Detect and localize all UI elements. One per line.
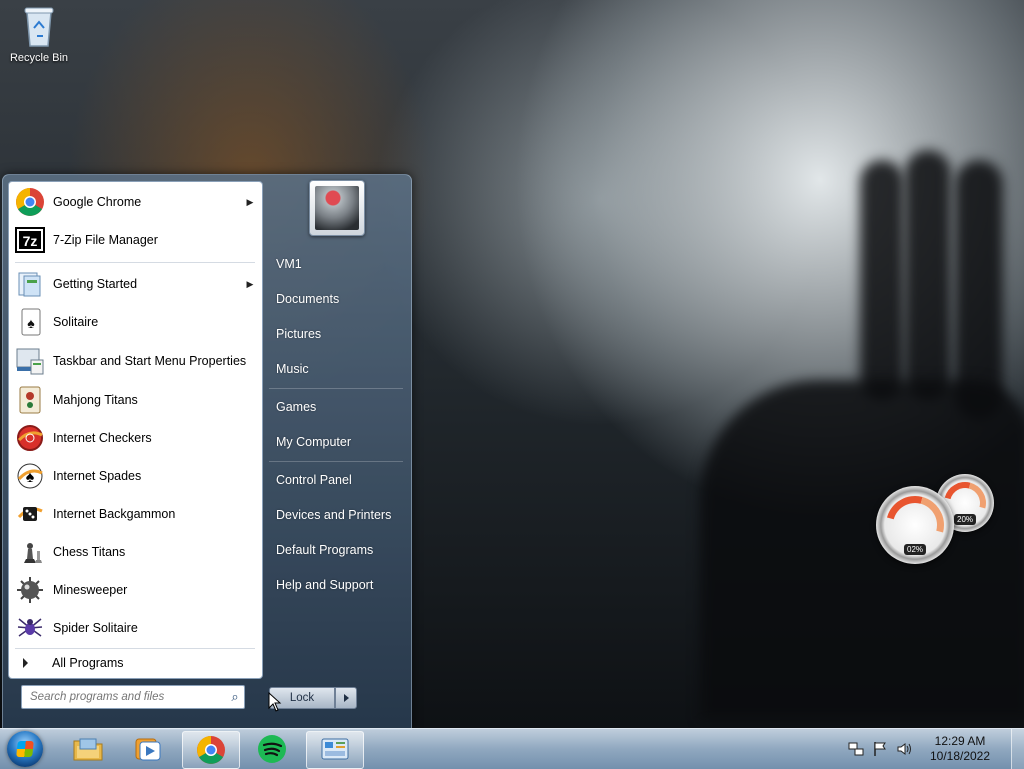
program-label: Chess Titans <box>53 544 126 559</box>
start-link-my-computer[interactable]: My Computer <box>276 435 351 449</box>
user-avatar[interactable] <box>309 180 365 236</box>
program-label: Spider Solitaire <box>53 620 138 635</box>
taskbar: 12:29 AM 10/18/2022 <box>0 728 1024 769</box>
power-options-button[interactable] <box>335 687 357 709</box>
program-item-minesweeper[interactable]: Minesweeper <box>9 572 261 608</box>
mouse-cursor-icon <box>268 692 282 712</box>
program-label: Google Chrome <box>53 194 142 209</box>
action-center-flag-icon[interactable] <box>871 741 889 757</box>
start-link-documents[interactable]: Documents <box>276 292 339 306</box>
svg-text:♠: ♠ <box>26 469 35 486</box>
search-input[interactable] <box>22 690 226 704</box>
taskbar-button-spotify[interactable] <box>244 731 300 767</box>
network-icon[interactable] <box>847 741 865 757</box>
program-item-internet-spades[interactable]: ♠ Internet Spades <box>9 458 261 494</box>
backgammon-icon <box>14 498 46 530</box>
separator <box>269 388 403 389</box>
program-item-google-chrome[interactable]: Google Chrome ▶ <box>9 184 261 220</box>
program-item-spider-solitaire[interactable]: Spider Solitaire <box>9 610 261 646</box>
program-label: Solitaire <box>53 314 99 329</box>
chess-icon <box>14 536 46 568</box>
program-item-internet-checkers[interactable]: Internet Checkers <box>9 420 261 456</box>
minesweeper-icon <box>14 574 46 606</box>
program-label: Minesweeper <box>53 582 128 597</box>
program-item-getting-started[interactable]: Getting Started ▶ <box>9 266 261 302</box>
program-item-internet-backgammon[interactable]: Internet Backgammon <box>9 496 261 532</box>
volume-icon[interactable] <box>895 741 913 757</box>
show-desktop-button[interactable] <box>1011 729 1024 769</box>
desktop-icon-label: Recycle Bin <box>9 52 69 64</box>
taskbar-button-explorer[interactable] <box>60 731 116 767</box>
clock-time: 12:29 AM <box>934 734 986 748</box>
spades-icon: ♠ <box>14 460 46 492</box>
solitaire-icon: ♠ <box>14 306 46 338</box>
program-label: Getting Started <box>53 276 138 291</box>
lock-label: Lock <box>289 692 315 704</box>
start-link-pictures[interactable]: Pictures <box>276 327 321 341</box>
taskbar-properties-icon <box>14 345 46 377</box>
chrome-icon <box>14 186 46 218</box>
recycle-bin-icon <box>23 4 55 48</box>
program-label: Internet Spades <box>53 468 142 483</box>
svg-text:♠: ♠ <box>27 315 35 331</box>
mahjong-icon <box>14 384 46 416</box>
user-picture <box>315 186 359 230</box>
submenu-arrow-icon: ▶ <box>246 196 254 207</box>
chrome-icon <box>197 736 225 764</box>
getting-started-icon <box>14 268 46 300</box>
cpu-gauge: 02% <box>875 485 955 565</box>
start-button[interactable] <box>7 731 43 767</box>
7zip-icon: 7z <box>14 224 46 256</box>
media-player-icon <box>135 738 161 761</box>
start-link-vm1[interactable]: VM1 <box>276 257 302 271</box>
spider-icon <box>14 612 46 644</box>
all-programs-label: All Programs <box>52 656 124 670</box>
taskbar-clock[interactable]: 12:29 AM 10/18/2022 <box>919 734 1001 764</box>
start-link-default-programs[interactable]: Default Programs <box>276 543 373 557</box>
start-link-devices-and-printers[interactable]: Devices and Printers <box>276 508 391 522</box>
cpu-meter-gadget[interactable]: 20% 02% <box>874 470 1000 570</box>
search-icon[interactable]: ⌕ <box>226 689 244 705</box>
taskbar-button-chrome[interactable] <box>182 731 240 769</box>
program-item-solitaire[interactable]: ♠ Solitaire <box>9 304 261 340</box>
start-menu-programs-pane: Google Chrome ▶ 7z 7-Zip File Manager Ge… <box>8 181 263 679</box>
program-label: Mahjong Titans <box>53 392 138 407</box>
program-label: 7-Zip File Manager <box>53 232 158 247</box>
system-tray: 12:29 AM 10/18/2022 <box>847 729 1024 769</box>
program-item-mahjong-titans[interactable]: Mahjong Titans <box>9 382 261 418</box>
separator <box>15 262 255 263</box>
program-item-chess-titans[interactable]: Chess Titans <box>9 534 261 570</box>
folder-icon <box>73 738 103 761</box>
separator <box>15 648 255 649</box>
start-link-help-and-support[interactable]: Help and Support <box>276 578 373 592</box>
chevron-right-icon <box>343 694 349 702</box>
windows-logo-icon <box>16 741 34 757</box>
desktop-icon-recycle-bin[interactable]: Recycle Bin <box>6 4 72 64</box>
cpu-value: 02% <box>903 544 927 555</box>
clock-date: 10/18/2022 <box>929 749 991 763</box>
start-link-games[interactable]: Games <box>276 400 316 414</box>
memory-value: 20% <box>953 514 977 525</box>
program-label: Internet Checkers <box>53 430 152 445</box>
start-link-control-panel[interactable]: Control Panel <box>276 473 352 487</box>
taskbar-button-media-player[interactable] <box>120 731 176 767</box>
svg-text:7z: 7z <box>23 233 38 249</box>
wallpaper-shadow <box>905 150 951 400</box>
program-item-7zip[interactable]: 7z 7-Zip File Manager <box>9 222 261 258</box>
program-item-taskbar-properties[interactable]: Taskbar and Start Menu Properties <box>9 342 261 380</box>
program-label: Internet Backgammon <box>53 506 176 521</box>
wallpaper-shadow <box>860 160 904 400</box>
start-link-music[interactable]: Music <box>276 362 309 376</box>
taskbar-button-control-panel[interactable] <box>306 731 364 769</box>
start-menu: Google Chrome ▶ 7z 7-Zip File Manager Ge… <box>2 174 412 730</box>
control-panel-icon <box>321 738 349 760</box>
separator <box>269 461 403 462</box>
checkers-icon <box>14 422 46 454</box>
program-label: Taskbar and Start Menu Properties <box>53 353 247 368</box>
start-search-box[interactable]: ⌕ <box>21 685 245 709</box>
submenu-arrow-icon: ▶ <box>246 278 254 289</box>
all-programs-button[interactable]: All Programs <box>9 650 261 676</box>
spotify-icon <box>258 735 286 763</box>
chevron-right-icon <box>23 658 28 668</box>
